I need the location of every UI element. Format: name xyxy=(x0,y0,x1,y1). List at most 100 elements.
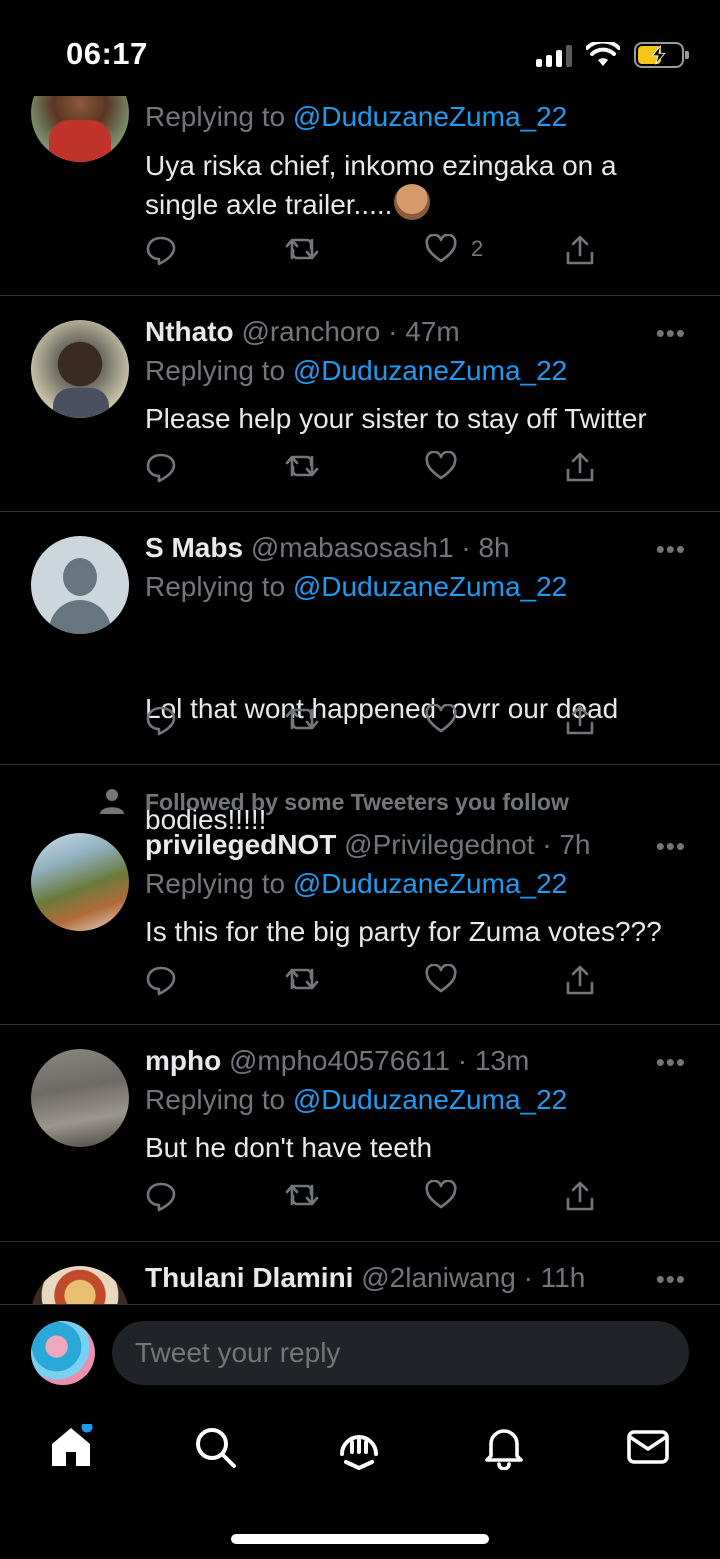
retweet-icon xyxy=(285,708,319,730)
retweet-icon xyxy=(285,238,319,260)
avatar[interactable] xyxy=(31,320,129,418)
share-button[interactable] xyxy=(565,234,595,266)
heart-icon xyxy=(425,1180,457,1209)
share-button[interactable] xyxy=(565,964,595,996)
mention-link[interactable]: @DuduzaneZuma_22 xyxy=(293,1084,567,1115)
tweet-text: But he don't have teeth xyxy=(145,1132,433,1163)
reply-icon xyxy=(146,236,176,266)
tweet[interactable]: ••• mpho @mpho40576611 · 13m Replying to… xyxy=(0,1025,720,1242)
tweet-actions: 2 xyxy=(145,234,597,268)
tweet[interactable]: Replying to @DuduzaneZuma_22 Uya riska c… xyxy=(0,96,720,296)
replying-to: Replying to @DuduzaneZuma_22 xyxy=(145,355,568,386)
author-name[interactable]: privilegedNOT xyxy=(145,829,336,860)
reply-input[interactable] xyxy=(112,1321,689,1385)
spaces-icon[interactable] xyxy=(336,1424,382,1470)
mention-link[interactable]: @DuduzaneZuma_22 xyxy=(293,355,567,386)
author-handle: @mpho40576611 xyxy=(229,1045,450,1076)
share-icon xyxy=(566,452,594,482)
share-button[interactable] xyxy=(565,451,595,483)
tweet[interactable]: ••• Thulani Dlamini @2laniwang · 11h xyxy=(0,1242,720,1304)
reply-icon xyxy=(146,706,176,736)
facepalm-emoji-icon xyxy=(394,184,431,220)
reply-feed[interactable]: Replying to @DuduzaneZuma_22 Uya riska c… xyxy=(0,96,720,1304)
author-handle: @ranchoro xyxy=(241,316,381,347)
wifi-icon xyxy=(586,42,620,66)
my-avatar[interactable] xyxy=(31,1321,95,1385)
tweet[interactable]: ••• S Mabs @mabasosash1 · 8h Replying to… xyxy=(0,512,720,835)
share-button[interactable] xyxy=(565,1180,595,1212)
reply-icon xyxy=(146,453,176,483)
retweet-button[interactable] xyxy=(285,704,319,734)
home-indicator[interactable] xyxy=(231,1534,489,1544)
like-button[interactable] xyxy=(425,964,457,994)
reply-button[interactable] xyxy=(145,704,177,736)
status-time: 06:17 xyxy=(66,36,148,71)
heart-icon xyxy=(425,964,457,993)
avatar[interactable] xyxy=(31,96,129,162)
reply-icon xyxy=(146,1182,176,1212)
cellular-signal-icon xyxy=(536,43,572,67)
like-button[interactable] xyxy=(425,1180,457,1210)
tweet-header: mpho @mpho40576611 · 13m xyxy=(145,1042,690,1079)
heart-icon xyxy=(425,704,457,733)
reply-button[interactable] xyxy=(145,234,177,266)
tweet-time: · 13m xyxy=(457,1045,530,1076)
home-icon[interactable] xyxy=(48,1424,94,1470)
reply-icon xyxy=(146,966,176,996)
share-icon xyxy=(566,235,594,265)
tweet-actions xyxy=(145,964,597,998)
tweet-text: Please help your sister to stay off Twit… xyxy=(145,403,647,434)
search-icon[interactable] xyxy=(192,1424,238,1470)
author-name[interactable]: S Mabs xyxy=(145,532,243,563)
tweet-text: Uya riska chief, inkomo ezingaka on a si… xyxy=(145,150,617,220)
author-name[interactable]: Nthato xyxy=(145,316,234,347)
replying-to: Replying to @DuduzaneZuma_22 xyxy=(145,868,568,899)
author-name[interactable]: Thulani Dlamini xyxy=(145,1262,353,1293)
reply-button[interactable] xyxy=(145,964,177,996)
reply-button[interactable] xyxy=(145,451,177,483)
tweet-actions xyxy=(145,1180,597,1214)
messages-icon[interactable] xyxy=(625,1424,671,1470)
tweet-header: Nthato @ranchoro · 47m xyxy=(145,313,690,350)
person-icon xyxy=(100,789,124,814)
tweet[interactable]: ••• Nthato @ranchoro · 47m Replying to @… xyxy=(0,296,720,512)
like-button[interactable]: 2 xyxy=(425,234,483,264)
like-button[interactable] xyxy=(425,704,457,734)
tweet-header: Thulani Dlamini @2laniwang · 11h xyxy=(145,1259,690,1296)
share-icon xyxy=(566,705,594,735)
replying-to: Replying to @DuduzaneZuma_22 xyxy=(145,1084,568,1115)
tweet-time: · 11h xyxy=(523,1262,586,1293)
tweet-time: · 8h xyxy=(461,532,510,563)
retweet-button[interactable] xyxy=(285,451,319,481)
replying-to: Replying to @DuduzaneZuma_22 xyxy=(145,571,568,602)
default-avatar[interactable] xyxy=(31,536,129,634)
tweet-time: · 7h xyxy=(542,829,591,860)
status-bar: 06:17 xyxy=(0,0,720,96)
notifications-icon[interactable] xyxy=(481,1424,527,1470)
tweet-actions xyxy=(145,704,597,738)
replying-to: Replying to @DuduzaneZuma_22 xyxy=(145,101,568,132)
like-button[interactable] xyxy=(425,451,457,481)
author-handle: @Privilegednot xyxy=(344,829,535,860)
share-button[interactable] xyxy=(565,704,595,736)
tweet-actions xyxy=(145,451,597,485)
retweet-button[interactable] xyxy=(285,964,319,994)
tweet[interactable]: Followed by some Tweeters you follow •••… xyxy=(0,765,720,1025)
retweet-button[interactable] xyxy=(285,234,319,264)
avatar[interactable] xyxy=(31,1049,129,1147)
avatar[interactable] xyxy=(31,833,129,931)
tweet-time: · 47m xyxy=(388,316,460,347)
mention-link[interactable]: @DuduzaneZuma_22 xyxy=(293,868,567,899)
retweet-button[interactable] xyxy=(285,1180,319,1210)
mention-link[interactable]: @DuduzaneZuma_22 xyxy=(293,101,567,132)
avatar[interactable] xyxy=(31,1266,129,1304)
like-count: 2 xyxy=(471,236,484,261)
author-name[interactable]: mpho xyxy=(145,1045,221,1076)
author-handle: @2laniwang xyxy=(361,1262,516,1293)
tweet-text: Is this for the big party for Zuma votes… xyxy=(145,916,662,947)
retweet-icon xyxy=(285,455,319,477)
mention-link[interactable]: @DuduzaneZuma_22 xyxy=(293,571,567,602)
social-context: Followed by some Tweeters you follow xyxy=(145,789,569,815)
bottom-tab-bar xyxy=(0,1400,720,1559)
reply-button[interactable] xyxy=(145,1180,177,1212)
